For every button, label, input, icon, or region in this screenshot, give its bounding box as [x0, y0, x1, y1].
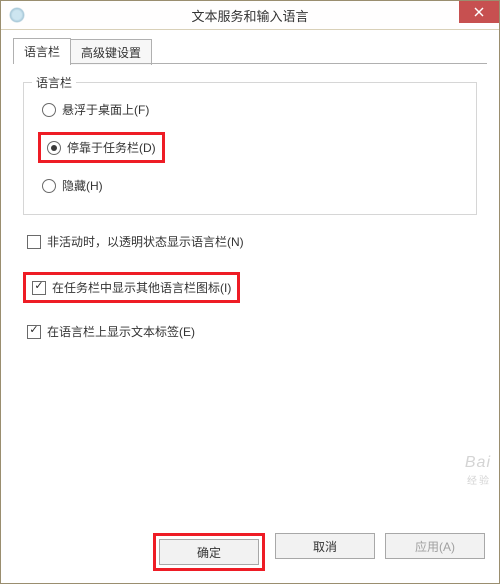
window-title: 文本服务和输入语言	[1, 6, 499, 25]
watermark-sub: 经验	[465, 472, 491, 487]
ok-button[interactable]: 确定	[159, 539, 259, 565]
apply-button[interactable]: 应用(A)	[385, 533, 485, 559]
radio-label: 停靠于任务栏(D)	[67, 139, 156, 156]
watermark-brand: Bai	[465, 454, 491, 471]
tab-language-bar[interactable]: 语言栏	[13, 38, 71, 64]
radio-icon	[47, 141, 61, 155]
dialog-window: 文本服务和输入语言 语言栏 高级键设置 语言栏 悬浮于桌面上(F)	[0, 0, 500, 584]
watermark: Bai 经验	[465, 454, 491, 487]
highlight-dock-option: 停靠于任务栏(D)	[38, 132, 165, 163]
close-icon	[474, 7, 484, 17]
tab-label: 高级键设置	[81, 46, 141, 60]
radio-label: 悬浮于桌面上(F)	[62, 101, 149, 118]
radio-hide[interactable]: 隐藏(H)	[42, 177, 458, 194]
tab-advanced-keys[interactable]: 高级键设置	[70, 39, 152, 65]
close-button[interactable]	[459, 1, 499, 23]
titlebar: 文本服务和输入语言	[1, 1, 499, 30]
radio-float-desktop[interactable]: 悬浮于桌面上(F)	[42, 101, 458, 118]
checkbox-icon	[32, 281, 46, 295]
highlight-ok-button: 确定	[153, 533, 265, 571]
radio-label: 隐藏(H)	[62, 177, 103, 194]
check-transparent-inactive[interactable]: 非活动时，以透明状态显示语言栏(N)	[27, 233, 473, 250]
language-bar-group: 语言栏 悬浮于桌面上(F) 停靠于任务栏(D) 隐藏(H)	[23, 82, 477, 215]
group-legend: 语言栏	[32, 74, 76, 91]
radio-icon	[42, 103, 56, 117]
cancel-button[interactable]: 取消	[275, 533, 375, 559]
checkbox-icon	[27, 235, 41, 249]
highlight-taskbar-icons: 在任务栏中显示其他语言栏图标(I)	[23, 272, 240, 303]
check-text-labels[interactable]: 在语言栏上显示文本标签(E)	[27, 323, 473, 340]
dialog-buttons: 确定 取消 应用(A)	[1, 525, 499, 583]
check-label: 在任务栏中显示其他语言栏图标(I)	[52, 279, 231, 296]
checkbox-icon	[27, 325, 41, 339]
tab-separator	[13, 63, 487, 64]
check-taskbar-icons[interactable]: 在任务栏中显示其他语言栏图标(I)	[32, 279, 231, 296]
options-below: 非活动时，以透明状态显示语言栏(N) 在任务栏中显示其他语言栏图标(I) 在语言…	[23, 233, 477, 340]
check-label: 在语言栏上显示文本标签(E)	[47, 323, 195, 340]
tabs: 语言栏 高级键设置	[1, 30, 499, 64]
radio-dock-taskbar[interactable]: 停靠于任务栏(D)	[47, 139, 156, 156]
tab-label: 语言栏	[24, 45, 60, 59]
radio-icon	[42, 179, 56, 193]
check-label: 非活动时，以透明状态显示语言栏(N)	[47, 233, 244, 250]
tab-content: 语言栏 悬浮于桌面上(F) 停靠于任务栏(D) 隐藏(H) 非活动时，以透明状态…	[1, 64, 499, 525]
